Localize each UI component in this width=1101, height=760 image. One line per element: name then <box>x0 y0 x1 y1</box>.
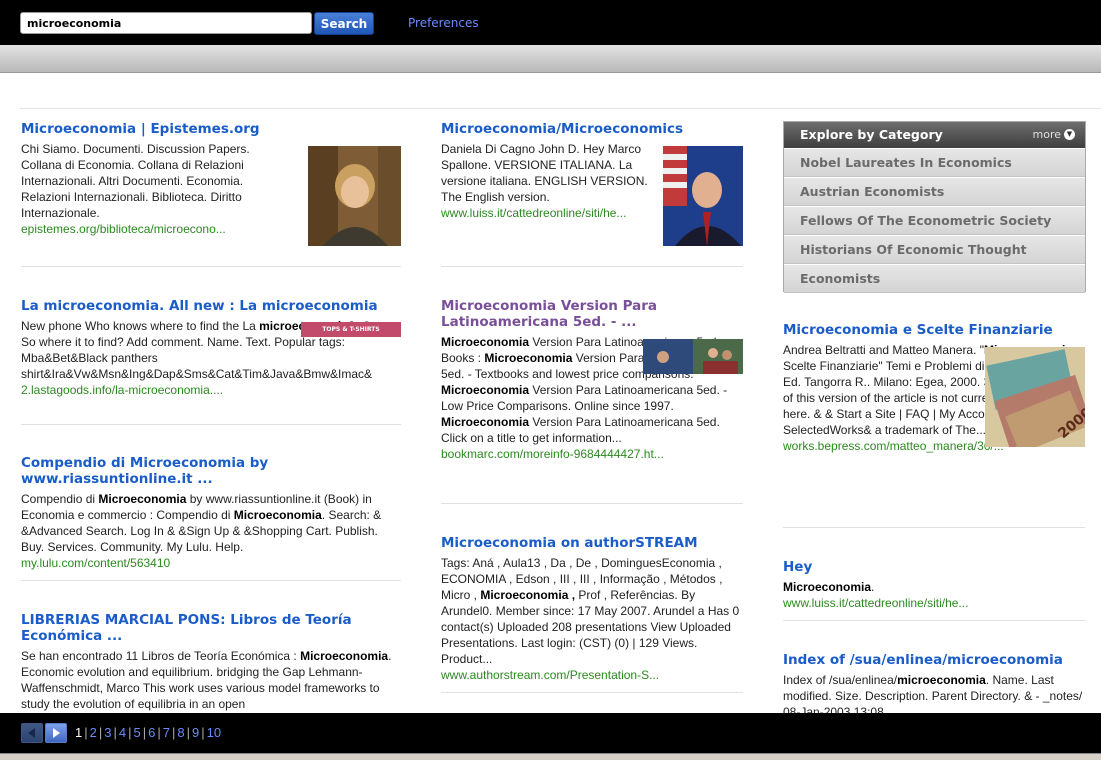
result-snippet: Chi Siamo. Documenti. Discussion Papers.… <box>21 142 250 220</box>
explore-by-category-panel: Explore by Category more ▼ Nobel Laureat… <box>783 121 1086 293</box>
page-separator: | <box>84 725 88 740</box>
result-item: Microeconomia on authorSTREAM Tags: Aná … <box>441 535 743 683</box>
result-url[interactable]: www.luiss.it/cattedreonline/siti/he... <box>783 595 1085 611</box>
category-item[interactable]: Austrian Economists <box>784 177 1085 206</box>
page-separator: | <box>157 725 161 740</box>
result-title[interactable]: Microeconomia on authorSTREAM <box>441 535 743 551</box>
result-snippet: Microeconomia. <box>783 580 875 594</box>
result-snippet: Se han encontrado 11 Libros de Teoría Ec… <box>21 649 392 711</box>
page-link[interactable]: 10 <box>207 725 221 740</box>
page-separator: | <box>201 725 205 740</box>
result-item: Hey Microeconomia. www.luiss.it/cattedre… <box>783 559 1085 611</box>
book-cover-image <box>643 339 743 374</box>
page-link[interactable]: 2 <box>90 725 97 740</box>
page-link[interactable]: 7 <box>163 725 170 740</box>
result-thumbnail[interactable] <box>308 146 401 246</box>
ad-banner[interactable]: TOPS & T-SHIRTS <box>301 322 401 337</box>
page-separator: | <box>128 725 132 740</box>
prev-page-button[interactable] <box>21 723 43 743</box>
result-title[interactable]: Microeconomia e Scelte Finanziarie <box>783 322 1085 338</box>
page-separator: | <box>186 725 190 740</box>
banknotes-image: 2000 <box>985 347 1085 447</box>
page-separator: | <box>113 725 117 740</box>
result-snippet: Daniela Di Cagno John D. Hey Marco Spall… <box>441 142 648 204</box>
result-title[interactable]: LIBRERIAS MARCIAL PONS: Libros de Teoría… <box>21 612 401 644</box>
search-button[interactable]: Search <box>314 12 374 35</box>
prev-page-icon <box>28 728 35 738</box>
result-thumbnail[interactable]: 2000 <box>985 347 1085 447</box>
result-snippet: Compendio di Microeconomia by www.riassu… <box>21 492 382 554</box>
result-url[interactable]: 2.lastagoods.info/la-microeconomia.... <box>21 382 401 398</box>
category-item[interactable]: Economists <box>784 264 1085 293</box>
divider <box>21 424 401 425</box>
portrait-image <box>308 146 401 246</box>
result-url[interactable]: my.lulu.com/content/563410 <box>21 555 401 571</box>
divider <box>21 580 401 581</box>
result-title[interactable]: La microeconomia. All new : La microecon… <box>21 298 401 314</box>
result-title[interactable]: Hey <box>783 559 1085 575</box>
search-input[interactable] <box>20 12 312 34</box>
result-title[interactable]: Microeconomia Version Para Latinoamerica… <box>441 298 743 330</box>
pagination-bar: 1 | 2 | 3 | 4 | 5 | 6 | 7 | 8 | 9 | 10 <box>0 713 1101 753</box>
page-link[interactable]: 8 <box>177 725 184 740</box>
category-item[interactable]: Historians Of Economic Thought <box>784 235 1085 264</box>
page-numbers: 1 | 2 | 3 | 4 | 5 | 6 | 7 | 8 | 9 | 10 <box>75 725 221 740</box>
result-thumbnail[interactable] <box>643 339 743 374</box>
divider <box>783 620 1085 621</box>
result-url[interactable]: www.authorstream.com/Presentation-S... <box>441 667 743 683</box>
more-label: more <box>1032 128 1062 141</box>
result-url[interactable]: epistemes.org/biblioteca/microecono... <box>21 221 273 237</box>
result-title[interactable]: Microeconomia | Epistemes.org <box>21 121 273 137</box>
divider <box>783 527 1085 528</box>
result-url[interactable]: www.luiss.it/cattedreonline/siti/he... <box>441 205 651 221</box>
divider <box>20 108 1101 109</box>
result-item: Compendio di Microeconomia by www.riassu… <box>21 455 401 571</box>
result-thumbnail[interactable] <box>663 146 743 246</box>
result-title[interactable]: Index of /sua/enlinea/microeconomia <box>783 652 1085 668</box>
divider <box>441 692 743 693</box>
result-title[interactable]: Microeconomia/Microeconomics <box>441 121 683 137</box>
preferences-link[interactable]: Preferences <box>408 16 479 30</box>
result-item: LIBRERIAS MARCIAL PONS: Libros de Teoría… <box>21 612 401 712</box>
top-bar: Search Preferences <box>0 0 1101 45</box>
divider <box>21 266 401 267</box>
result-item: Microeconomia Version Para Latinoamerica… <box>441 298 743 462</box>
divider <box>441 503 743 504</box>
result-snippet: Tags: Aná , Aula13 , Da , De , Domingues… <box>441 556 740 666</box>
page-link[interactable]: 5 <box>134 725 141 740</box>
category-item[interactable]: Nobel Laureates In Economics <box>784 148 1085 177</box>
result-item: Microeconomia/Microeconomics Daniela Di … <box>441 121 683 221</box>
result-item: Microeconomia | Epistemes.org Chi Siamo.… <box>21 121 273 237</box>
toolbar-strip <box>0 45 1101 73</box>
next-page-button[interactable] <box>45 723 67 743</box>
result-title[interactable]: Compendio di Microeconomia by www.riassu… <box>21 455 401 487</box>
result-item: Index of /sua/enlinea/microeconomia Inde… <box>783 652 1085 720</box>
more-button[interactable]: more ▼ <box>1032 128 1075 141</box>
explore-title: Explore by Category <box>800 127 943 142</box>
divider <box>441 266 743 267</box>
explore-header: Explore by Category more ▼ <box>784 122 1085 148</box>
next-page-icon <box>53 728 60 738</box>
result-item: La microeconomia. All new : La microecon… <box>21 298 401 398</box>
category-item[interactable]: Fellows Of The Econometric Society <box>784 206 1085 235</box>
result-url[interactable]: bookmarc.com/moreinfo-9684444427.ht... <box>441 446 743 462</box>
chevron-down-icon: ▼ <box>1064 129 1075 140</box>
portrait-image <box>663 146 743 246</box>
